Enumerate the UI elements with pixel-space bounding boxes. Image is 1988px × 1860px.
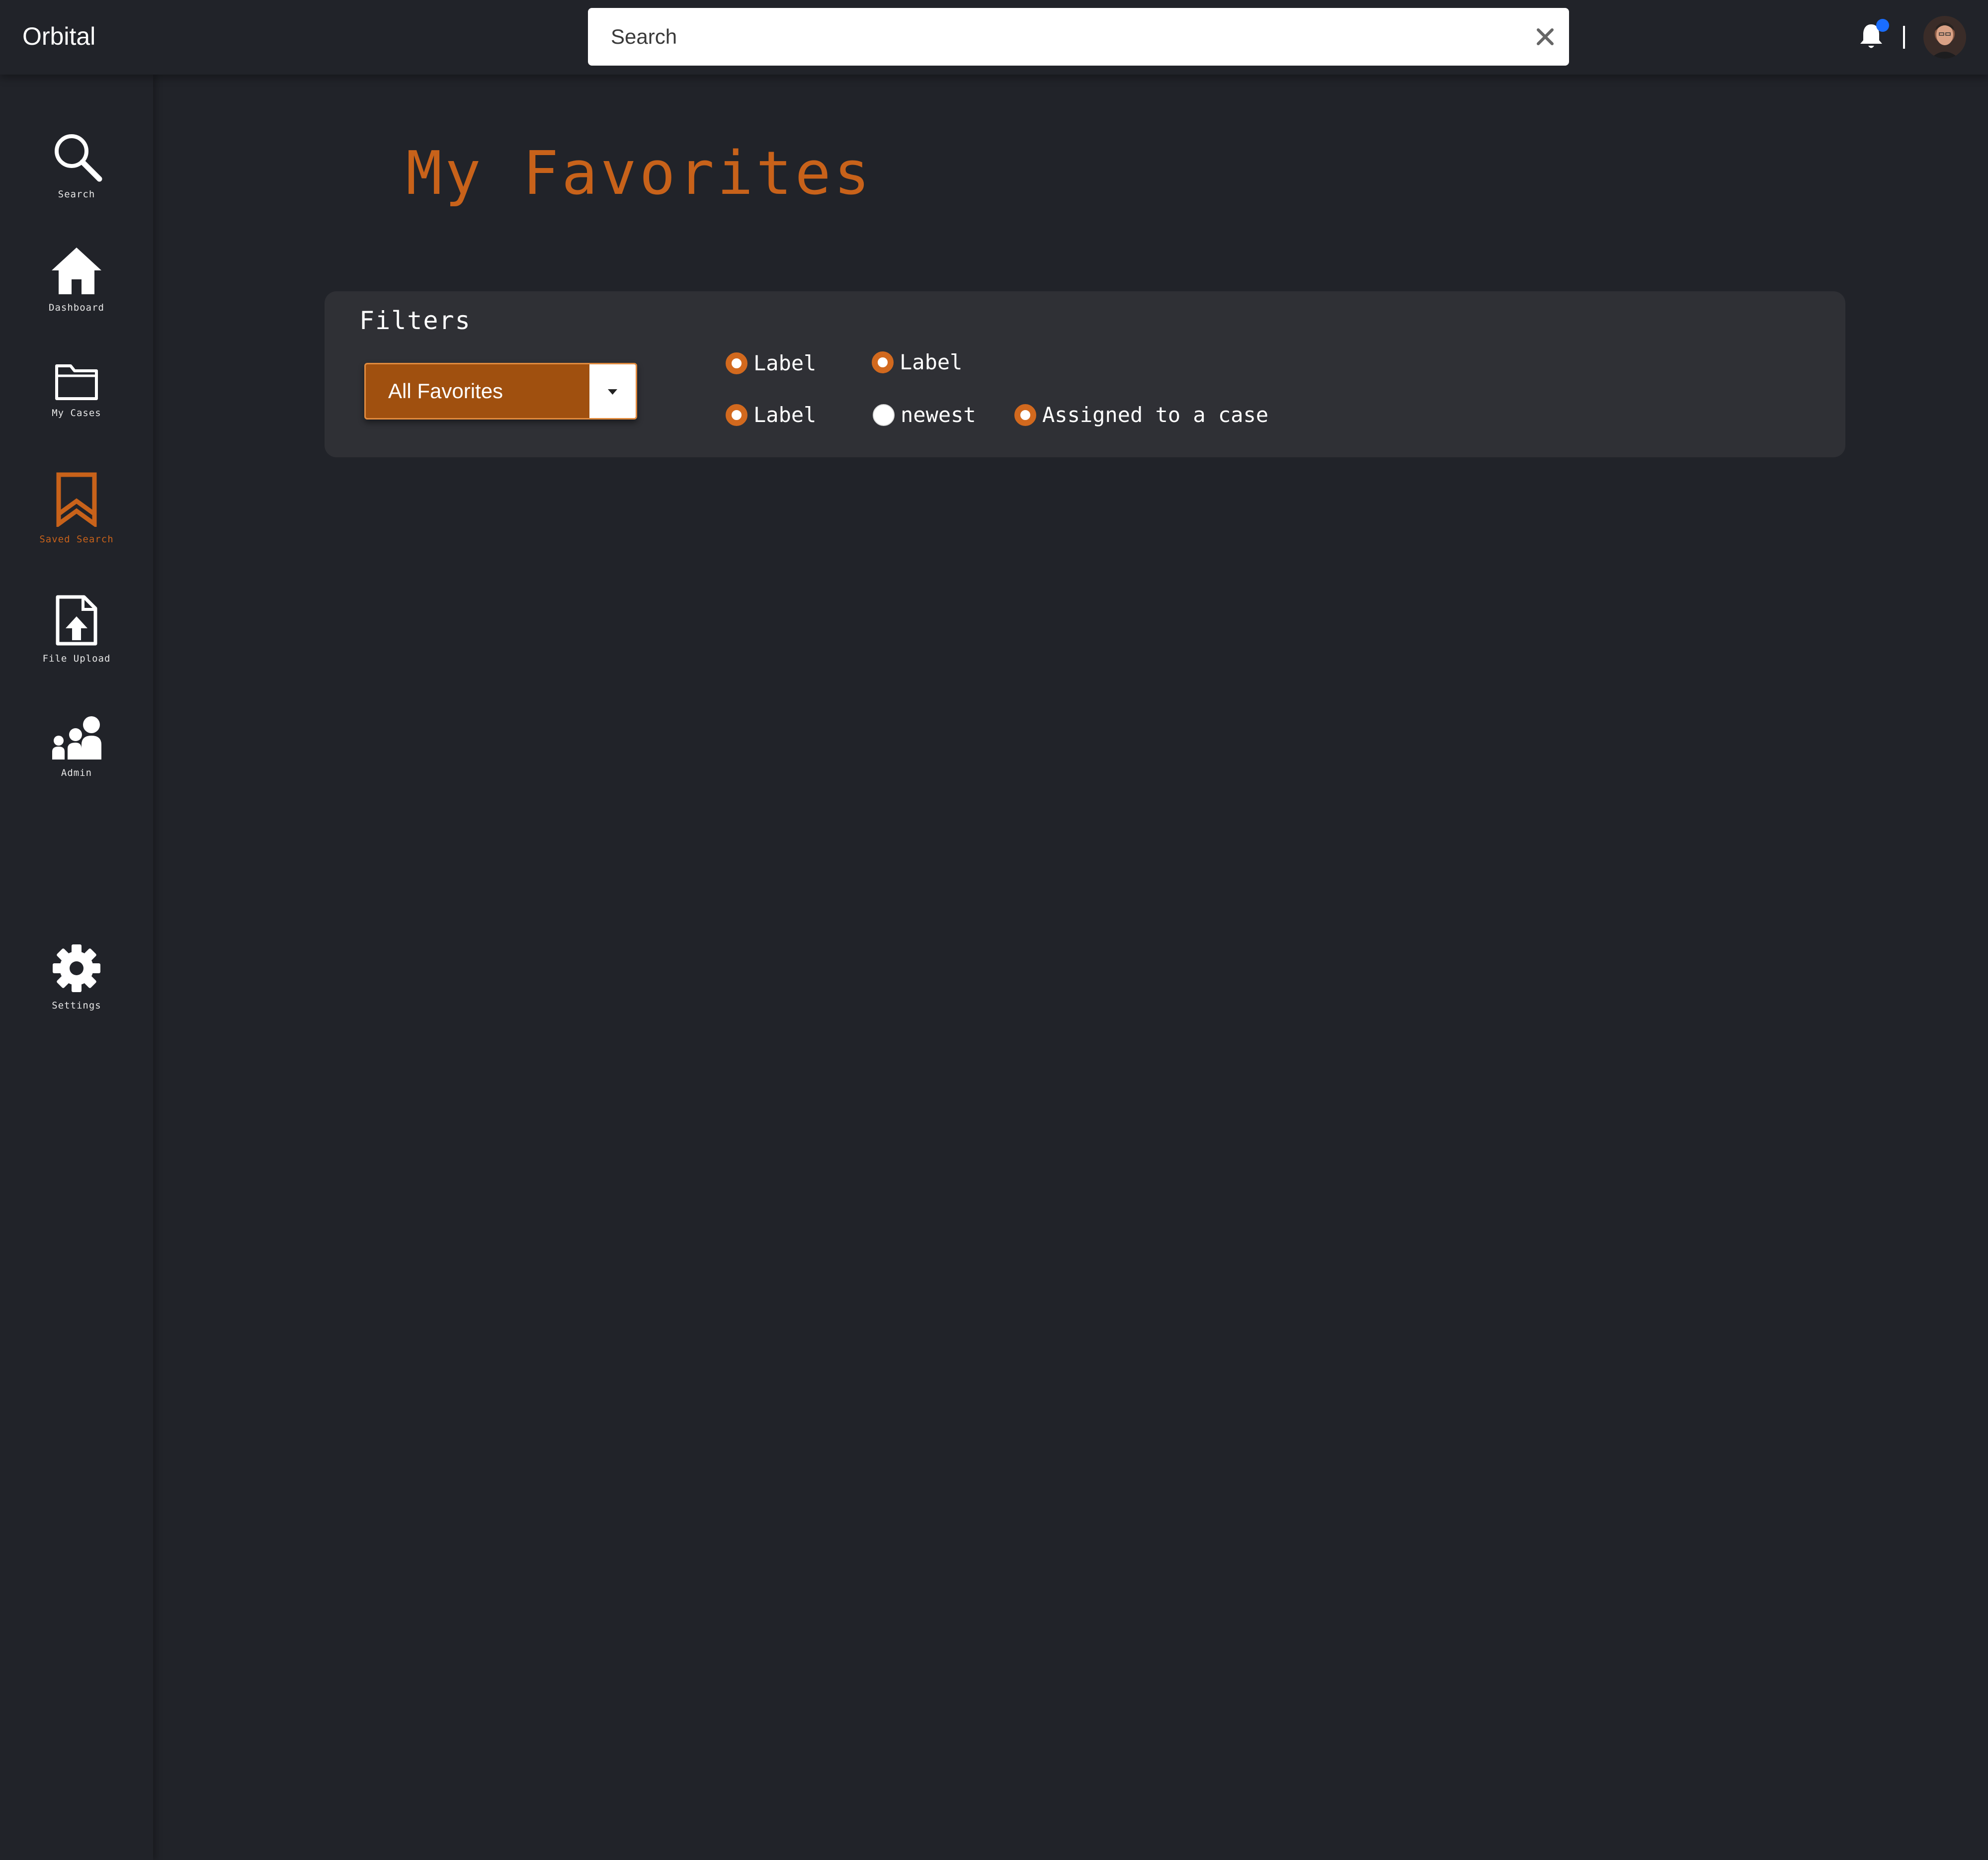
gear-icon — [53, 944, 100, 992]
header-divider — [1903, 26, 1905, 49]
dropdown-toggle[interactable] — [589, 364, 636, 418]
filter-option-assigned[interactable]: Assigned to a case — [1014, 403, 1268, 427]
filters-panel: Filters All Favorites Label Label Label … — [325, 291, 1845, 457]
notification-badge — [1876, 19, 1889, 32]
sidebar-item-saved-search[interactable]: Saved Search — [0, 472, 153, 545]
page-title: My Favorites — [406, 139, 873, 208]
favorites-dropdown[interactable]: All Favorites — [364, 363, 637, 420]
users-icon — [52, 716, 101, 760]
radio-button[interactable] — [726, 352, 747, 374]
search-box[interactable] — [588, 8, 1569, 66]
sidebar-item-dashboard[interactable]: Dashboard — [0, 247, 153, 313]
top-bar: Orbital — [0, 0, 1988, 75]
close-icon[interactable] — [1535, 27, 1555, 47]
app-title: Orbital — [22, 22, 96, 50]
sidebar-item-file-upload[interactable]: File Upload — [0, 594, 153, 664]
home-icon — [52, 248, 101, 294]
sidebar-item-label: Settings — [52, 1000, 101, 1011]
folder-icon — [55, 364, 98, 400]
sidebar-item-admin[interactable]: Admin — [0, 716, 153, 778]
caret-down-icon — [608, 389, 617, 395]
search-icon — [55, 134, 102, 182]
sidebar: Search Dashboard My Cases Saved Search F… — [0, 75, 153, 1860]
filter-option-label-3[interactable]: Label — [726, 403, 816, 427]
radio-button[interactable] — [873, 404, 895, 426]
radio-button[interactable] — [726, 404, 747, 426]
sidebar-item-label: Search — [58, 189, 95, 200]
dropdown-value: All Favorites — [388, 379, 503, 403]
bookmark-icon — [56, 472, 97, 527]
sidebar-item-label: Admin — [61, 767, 92, 778]
radio-label: newest — [901, 403, 976, 427]
sidebar-item-search[interactable]: Search — [0, 130, 153, 200]
radio-button[interactable] — [1014, 404, 1036, 426]
sidebar-item-label: Dashboard — [49, 302, 104, 313]
radio-label: Assigned to a case — [1042, 403, 1269, 427]
avatar[interactable] — [1923, 16, 1966, 59]
sidebar-item-label: Saved Search — [39, 534, 114, 545]
file-upload-icon — [56, 595, 97, 646]
radio-label: Label — [753, 403, 817, 427]
search-input[interactable] — [611, 8, 1505, 66]
sidebar-item-label: My Cases — [52, 408, 101, 419]
radio-label: Label — [753, 351, 817, 375]
filter-option-newest[interactable]: newest — [873, 403, 976, 427]
filter-option-label-2[interactable]: Label — [872, 350, 962, 374]
radio-button[interactable] — [872, 351, 894, 373]
filters-title: Filters — [359, 306, 471, 335]
filter-option-label-1[interactable]: Label — [726, 351, 816, 375]
sidebar-item-my-cases[interactable]: My Cases — [0, 362, 153, 419]
sidebar-item-label: File Upload — [42, 653, 111, 664]
radio-label: Label — [900, 350, 963, 374]
sidebar-item-settings[interactable]: Settings — [0, 943, 153, 1011]
